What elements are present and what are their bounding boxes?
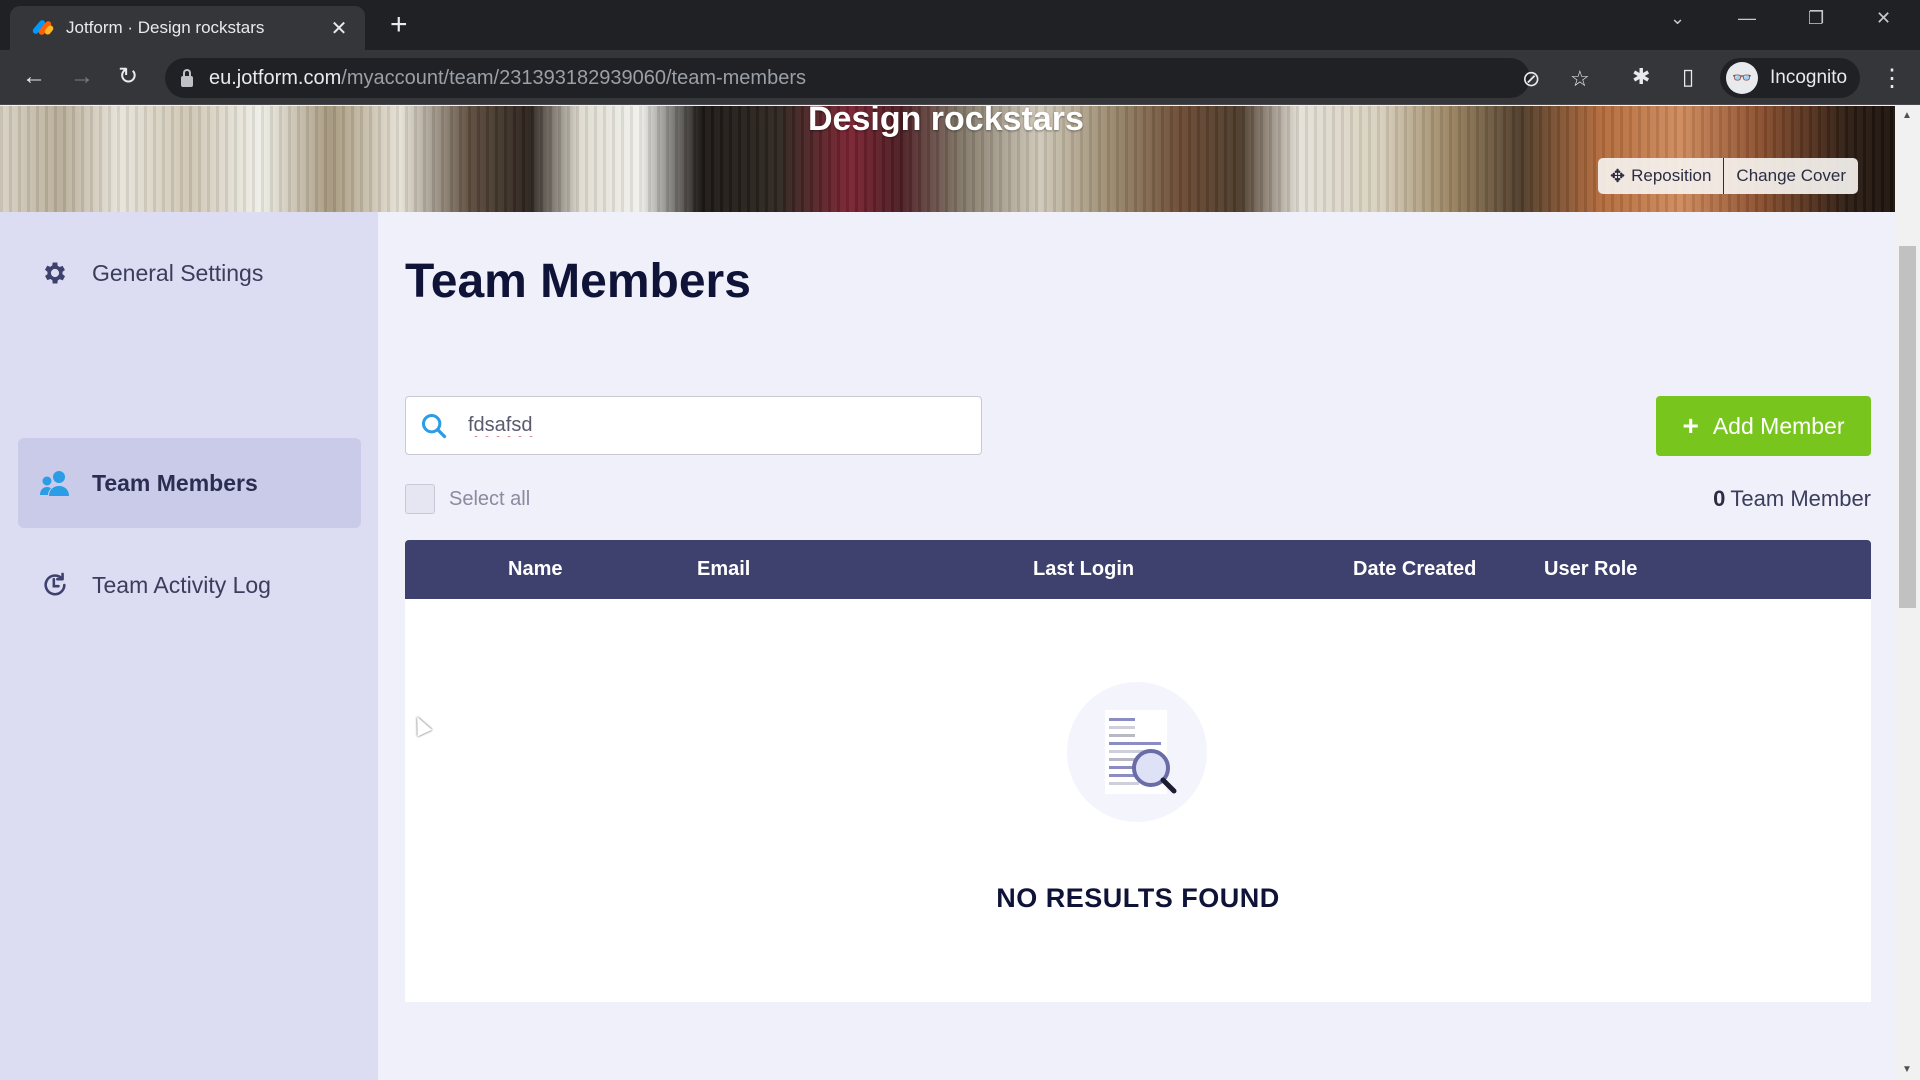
- window-close-icon[interactable]: ✕: [1876, 8, 1891, 29]
- browser-tab[interactable]: Jotform · Design rockstars ✕: [10, 6, 365, 50]
- sidebar-item-general-settings[interactable]: General Settings: [18, 228, 361, 318]
- select-all-label: Select all: [449, 487, 531, 510]
- sidebar-item-label: General Settings: [92, 259, 264, 286]
- search-icon: [420, 412, 448, 440]
- add-member-label: Add Member: [1712, 412, 1845, 439]
- tab-close-icon[interactable]: ✕: [327, 16, 351, 41]
- member-search[interactable]: [405, 396, 982, 455]
- history-icon: [40, 570, 70, 600]
- change-cover-button[interactable]: Change Cover: [1723, 158, 1858, 194]
- forward-icon[interactable]: →: [70, 62, 94, 92]
- select-all[interactable]: Select all: [405, 484, 530, 514]
- back-icon[interactable]: ←: [22, 62, 46, 92]
- address-bar[interactable]: eu.jotform.com /myaccount/team/231393182…: [165, 58, 1590, 98]
- browser-menu-icon[interactable]: ⋮: [1880, 64, 1904, 93]
- member-count: 0 Team Member: [1713, 486, 1871, 512]
- column-header-email[interactable]: Email: [697, 540, 750, 599]
- eye-off-icon[interactable]: ⊘: [1522, 66, 1540, 92]
- member-count-label: Team Member: [1730, 486, 1871, 511]
- column-header-date-created[interactable]: Date Created: [1353, 540, 1476, 599]
- reload-icon[interactable]: ↻: [118, 62, 138, 92]
- browser-tab-bar: Jotform · Design rockstars ✕ + ⌄ — ❐ ✕: [0, 0, 1920, 50]
- jotform-favicon-icon: [31, 17, 55, 39]
- users-icon: [40, 468, 70, 498]
- extensions-icon[interactable]: ✱: [1632, 64, 1650, 90]
- scrollbar-thumb[interactable]: [1899, 246, 1916, 608]
- lock-icon[interactable]: [181, 68, 193, 87]
- restore-icon[interactable]: ❐: [1808, 8, 1824, 29]
- bookmark-star-icon[interactable]: ☆: [1570, 66, 1590, 92]
- page-title: Team Members: [405, 255, 751, 308]
- scroll-up-arrow-icon[interactable]: ▲: [1902, 110, 1912, 121]
- tab-title: Jotform · Design rockstars: [66, 18, 265, 37]
- reposition-label: Reposition: [1631, 166, 1712, 185]
- url-host: eu.jotform.com: [209, 66, 342, 89]
- column-header-last-login[interactable]: Last Login: [1033, 540, 1134, 599]
- cover-actions: ✥ Reposition Change Cover: [1598, 158, 1859, 194]
- page-scrollbar[interactable]: ▲ ▼: [1895, 106, 1920, 1080]
- sidebar-item-team-members[interactable]: Team Members: [18, 438, 361, 528]
- browser-toolbar: ← → ↻ eu.jotform.com /myaccount/team/231…: [0, 50, 1920, 105]
- settings-sidebar: General Settings Team Members Team Activ…: [0, 212, 378, 1080]
- reposition-button[interactable]: ✥ Reposition: [1598, 158, 1723, 194]
- plus-icon: +: [1682, 410, 1699, 441]
- incognito-label: Incognito: [1770, 67, 1848, 88]
- search-input[interactable]: [468, 414, 948, 437]
- sidebar-item-team-activity-log[interactable]: Team Activity Log: [18, 540, 361, 630]
- select-all-checkbox[interactable]: [405, 484, 435, 514]
- new-tab-button[interactable]: +: [390, 10, 408, 40]
- gear-icon: [40, 258, 70, 288]
- incognito-profile-button[interactable]: 👓 Incognito: [1720, 58, 1860, 98]
- add-member-button[interactable]: + Add Member: [1656, 396, 1871, 456]
- column-header-user-role[interactable]: User Role: [1544, 540, 1637, 599]
- url-path: /myaccount/team/231393182939060/team-mem…: [341, 66, 806, 89]
- minimize-icon[interactable]: —: [1738, 8, 1756, 29]
- scroll-down-arrow-icon[interactable]: ▼: [1902, 1064, 1912, 1075]
- move-icon: ✥: [1610, 165, 1626, 186]
- column-header-name[interactable]: Name: [508, 540, 562, 599]
- no-results-illustration-icon: [1067, 682, 1207, 822]
- side-panel-icon[interactable]: ▯: [1682, 64, 1694, 90]
- members-table-body: NO RESULTS FOUND: [405, 599, 1871, 1002]
- team-name: Design rockstars: [808, 106, 1084, 138]
- incognito-icon: 👓: [1726, 62, 1758, 94]
- member-count-value: 0: [1713, 486, 1726, 511]
- sidebar-item-label: Team Members: [92, 469, 258, 496]
- tab-search-icon[interactable]: ⌄: [1670, 8, 1685, 29]
- sidebar-item-label: Team Activity Log: [92, 571, 271, 598]
- no-results-message: NO RESULTS FOUND: [996, 883, 1280, 913]
- page-content: Design rockstars ✥ Reposition Change Cov…: [0, 106, 1920, 1080]
- members-table-header: Name Email Last Login Date Created User …: [405, 540, 1871, 599]
- change-cover-label: Change Cover: [1736, 166, 1847, 185]
